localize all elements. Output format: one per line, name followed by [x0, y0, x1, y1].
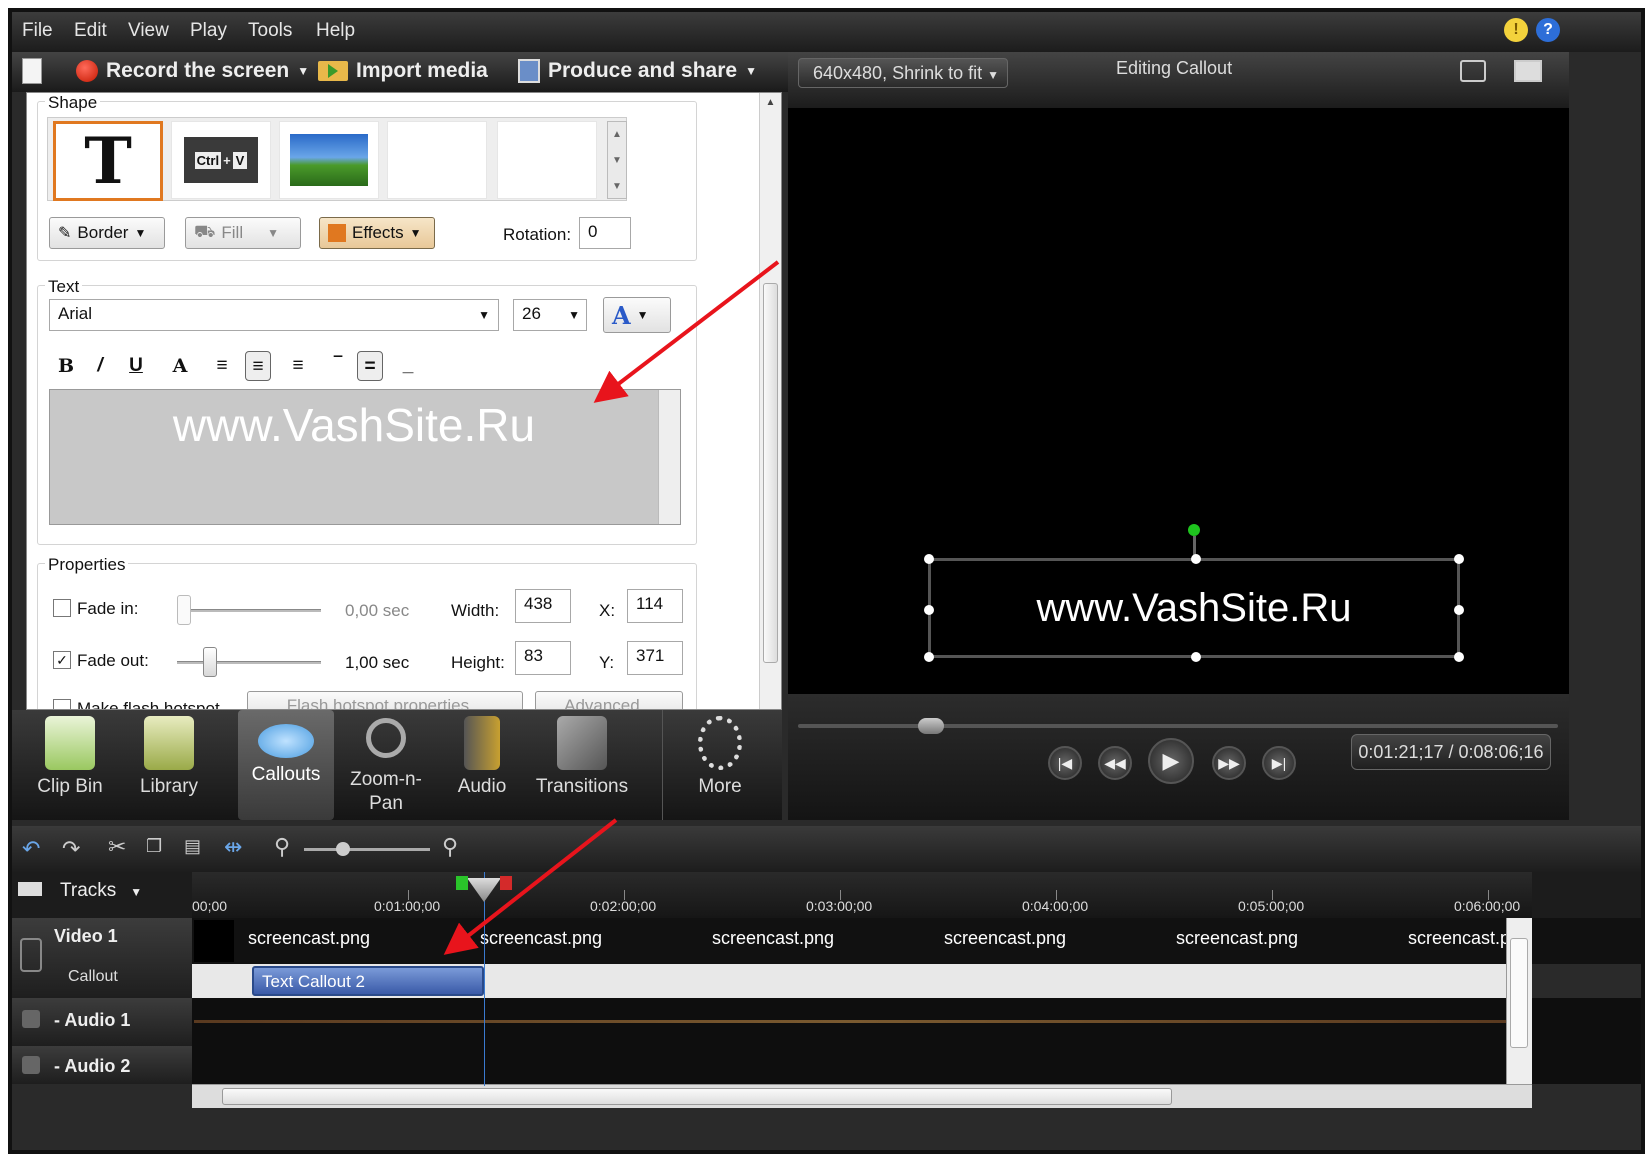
annotation-arrow	[593, 260, 780, 403]
annotation-arrows	[443, 260, 780, 955]
app-window: File Edit View Play Tools Help ! ? Recor…	[8, 8, 1645, 1154]
annotation-arrow	[443, 818, 618, 955]
